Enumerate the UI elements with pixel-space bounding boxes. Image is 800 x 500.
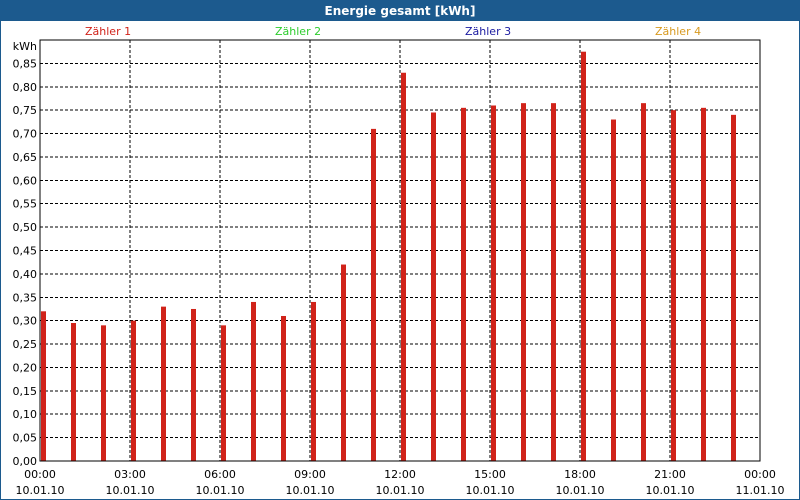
y-tick-label: 0,85 bbox=[13, 57, 38, 70]
x-tick-date: 10.01.10 bbox=[556, 484, 605, 497]
x-tick-date: 11.01.10 bbox=[736, 484, 785, 497]
bar bbox=[281, 315, 286, 461]
bar bbox=[131, 320, 136, 461]
y-tick-label: 0,65 bbox=[13, 151, 38, 164]
bar bbox=[431, 112, 436, 461]
y-tick-label: 0,45 bbox=[13, 245, 38, 258]
x-tick-time: 09:00 bbox=[294, 468, 326, 481]
x-tick-time: 18:00 bbox=[564, 468, 596, 481]
bar bbox=[71, 323, 76, 461]
x-tick-date: 10.01.10 bbox=[646, 484, 695, 497]
y-tick-label: 0,80 bbox=[13, 81, 38, 94]
bar bbox=[371, 128, 376, 461]
bar bbox=[191, 308, 196, 461]
bar bbox=[641, 103, 646, 462]
x-tick-date: 10.01.10 bbox=[376, 484, 425, 497]
x-tick-time: 15:00 bbox=[474, 468, 506, 481]
bar bbox=[731, 114, 736, 461]
bar bbox=[521, 103, 526, 462]
bar bbox=[101, 325, 106, 461]
bar bbox=[461, 107, 466, 462]
y-tick-label: 0,30 bbox=[13, 315, 38, 328]
y-tick-label: 0,20 bbox=[13, 361, 38, 374]
x-tick-date: 10.01.10 bbox=[286, 484, 335, 497]
bar bbox=[221, 325, 226, 461]
x-tick-time: 00:00 bbox=[24, 468, 56, 481]
bar bbox=[161, 306, 166, 461]
y-axis-label: kWh bbox=[13, 40, 37, 53]
bar bbox=[551, 103, 556, 462]
y-tick-label: 0,25 bbox=[13, 338, 38, 351]
x-tick-time: 12:00 bbox=[384, 468, 416, 481]
x-tick-date: 10.01.10 bbox=[106, 484, 155, 497]
bar bbox=[41, 311, 46, 461]
y-tick-label: 0,55 bbox=[13, 198, 38, 211]
x-tick-date: 10.01.10 bbox=[196, 484, 245, 497]
y-tick-label: 0,40 bbox=[13, 268, 38, 281]
y-tick-label: 0,70 bbox=[13, 128, 38, 141]
bar bbox=[491, 105, 496, 461]
bar bbox=[341, 264, 346, 461]
bar bbox=[701, 107, 706, 462]
x-tick-date: 10.01.10 bbox=[466, 484, 515, 497]
y-tick-label: 0,50 bbox=[13, 221, 38, 234]
x-tick-time: 21:00 bbox=[654, 468, 686, 481]
y-tick-label: 0,10 bbox=[13, 408, 38, 421]
y-tick-label: 0,05 bbox=[13, 432, 38, 445]
y-tick-label: 0,35 bbox=[13, 291, 38, 304]
bar bbox=[581, 51, 586, 461]
x-tick-time: 06:00 bbox=[204, 468, 236, 481]
y-tick-label: 0,75 bbox=[13, 104, 38, 117]
x-tick-time: 03:00 bbox=[114, 468, 146, 481]
y-tick-label: 0,00 bbox=[13, 455, 38, 468]
bar bbox=[611, 119, 616, 462]
bar bbox=[401, 72, 406, 461]
bar bbox=[251, 301, 256, 461]
bar bbox=[671, 110, 676, 462]
x-tick-date: 10.01.10 bbox=[16, 484, 65, 497]
bar bbox=[311, 301, 316, 461]
x-tick-time: 00:00 bbox=[744, 468, 776, 481]
chart-plot: 0,00 0,05 0,10 0,15 0,20 0,25 0,30 0,35 0,40 0,45… bbox=[13, 39, 785, 497]
y-tick-label: 0,15 bbox=[13, 385, 38, 398]
y-tick-label: 0,60 bbox=[13, 174, 38, 187]
